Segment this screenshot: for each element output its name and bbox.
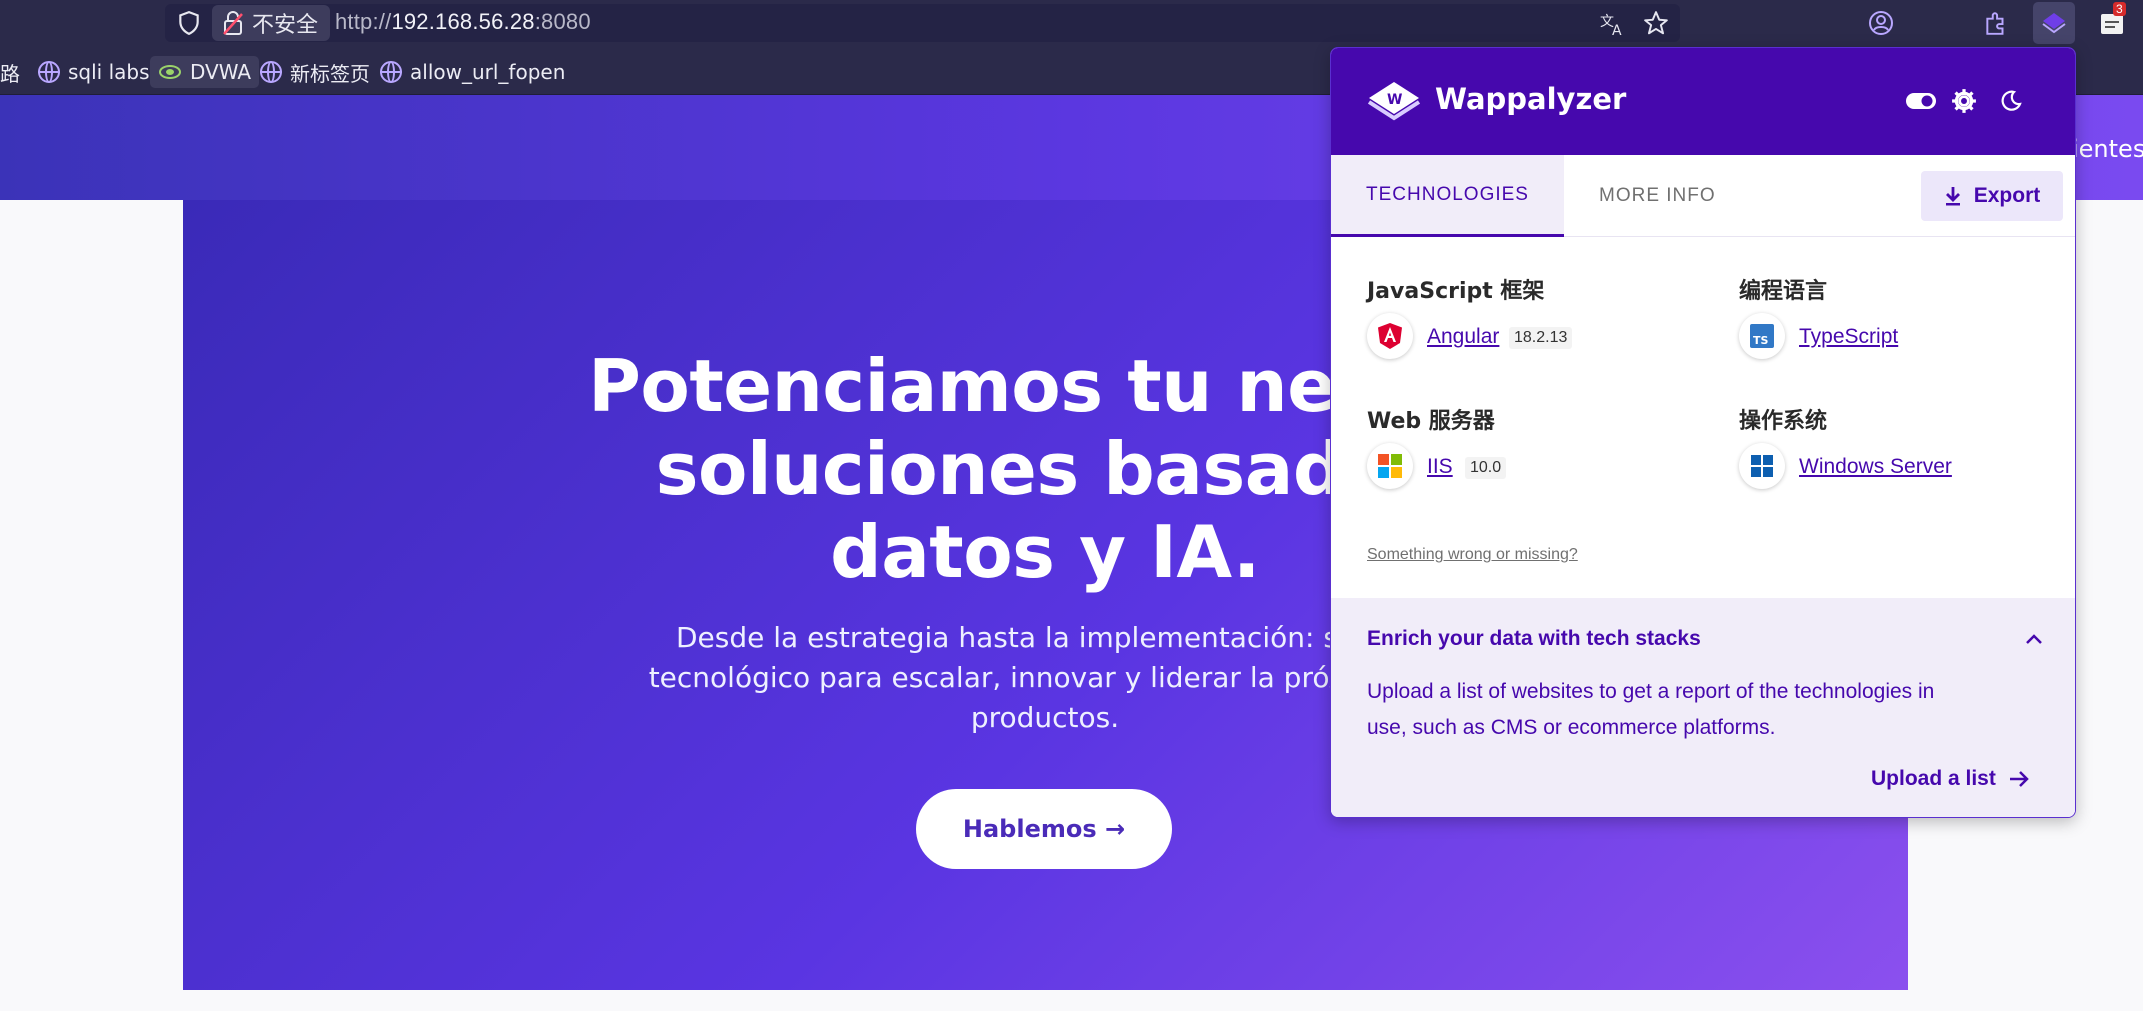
svg-text:W: W xyxy=(1387,92,1402,108)
tech-version-iis: 10.0 xyxy=(1465,457,1507,479)
translate-icon[interactable]: 文A xyxy=(1598,8,1628,38)
notification-badge: 3 xyxy=(2113,2,2126,16)
export-label: Export xyxy=(1973,184,2041,207)
enrich-description: Upload a list of websites to get a repor… xyxy=(1367,680,1935,739)
settings-gear-icon[interactable] xyxy=(1951,88,1977,114)
bookmark-star-icon[interactable] xyxy=(1641,8,1671,38)
nav-link-partial[interactable]: ientes xyxy=(2072,135,2143,163)
angular-icon xyxy=(1367,313,1413,359)
svg-text:A: A xyxy=(1612,23,1622,37)
bookmark-allow-url-fopen[interactable]: allow_url_fopen xyxy=(380,56,565,88)
something-wrong-link[interactable]: Something wrong or missing? xyxy=(1367,546,1578,564)
svg-text:TS: TS xyxy=(1753,334,1769,347)
account-icon[interactable] xyxy=(1866,8,1896,38)
globe-icon xyxy=(380,61,402,83)
bookmark-label: 路 xyxy=(0,61,20,86)
wappalyzer-popup: W Wappalyzer TECHNOLOGIES MORE INFO Expo… xyxy=(1330,47,2076,818)
tech-link-typescript[interactable]: TypeScript xyxy=(1799,325,1898,349)
iis-icon xyxy=(1367,443,1413,489)
shield-icon[interactable] xyxy=(176,10,202,36)
category-title-web-server: Web 服务器 xyxy=(1367,409,1495,434)
security-label: 不安全 xyxy=(252,13,319,38)
tech-link-windows-server[interactable]: Windows Server xyxy=(1799,455,1952,479)
bookmark-label: allow_url_fopen xyxy=(410,60,566,84)
arrow-right-icon xyxy=(2009,771,2029,787)
export-button[interactable]: Export xyxy=(1921,171,2063,221)
cta-button[interactable]: Hablemos → xyxy=(916,789,1172,869)
enrich-title[interactable]: Enrich your data with tech stacks xyxy=(1367,627,1701,651)
dark-mode-moon-icon[interactable] xyxy=(1999,89,2023,113)
tech-version-angular: 18.2.13 xyxy=(1509,327,1573,349)
tab-more-info[interactable]: MORE INFO xyxy=(1599,155,1716,237)
dvwa-icon xyxy=(159,65,181,79)
upload-list-button[interactable]: Upload a list xyxy=(1871,767,2030,791)
chevron-up-icon[interactable] xyxy=(2025,633,2043,645)
browser-toolbar: 不安全 http://192.168.56.28:8080 文A 3 xyxy=(0,0,2143,46)
wappalyzer-icon xyxy=(2042,13,2066,34)
security-indicator[interactable]: 不安全 xyxy=(212,5,331,41)
url-port: :8080 xyxy=(534,9,591,34)
bookmark-label: 新标签页 xyxy=(290,61,370,86)
tech-link-angular[interactable]: Angular xyxy=(1427,325,1499,349)
brand-name: Wappalyzer xyxy=(1435,82,1627,116)
wappalyzer-logo-icon: W xyxy=(1367,82,1421,121)
url-host: 192.168.56.28 xyxy=(391,9,535,34)
windows-icon xyxy=(1739,443,1785,489)
extensions-icon[interactable] xyxy=(1981,8,2011,38)
wappalyzer-extension-button[interactable] xyxy=(2033,2,2075,44)
globe-icon xyxy=(260,61,282,83)
tab-technologies[interactable]: TECHNOLOGIES xyxy=(1331,155,1564,237)
notification-icon[interactable]: 3 xyxy=(2097,2,2127,38)
bookmark-dvwa[interactable]: DVWA xyxy=(150,56,260,88)
download-icon xyxy=(1945,187,1960,206)
category-title-javascript: JavaScript 框架 xyxy=(1367,279,1545,304)
typescript-icon: TS xyxy=(1739,313,1785,359)
bookmark-new-tab[interactable]: 新标签页 xyxy=(260,56,370,88)
insecure-lock-icon xyxy=(223,11,243,35)
url-text[interactable]: http://192.168.56.28:8080 xyxy=(335,9,591,35)
bookmark-label: sqli labs xyxy=(68,60,150,84)
tech-link-iis[interactable]: IIS xyxy=(1427,455,1453,479)
category-title-os: 操作系统 xyxy=(1739,409,1828,434)
toggle-icon[interactable] xyxy=(1905,92,1937,110)
url-scheme: http:// xyxy=(335,9,392,34)
upload-label: Upload a list xyxy=(1871,767,1996,790)
bookmark-item-1[interactable]: 路 xyxy=(0,56,20,88)
bookmark-label: DVWA xyxy=(190,60,252,84)
popup-header: W Wappalyzer xyxy=(1331,48,2075,155)
enrich-panel: Enrich your data with tech stacks Upload… xyxy=(1331,598,2075,817)
bookmark-sqli-labs[interactable]: sqli labs xyxy=(38,56,150,88)
globe-icon xyxy=(38,61,60,83)
category-title-language: 编程语言 xyxy=(1739,279,1828,304)
